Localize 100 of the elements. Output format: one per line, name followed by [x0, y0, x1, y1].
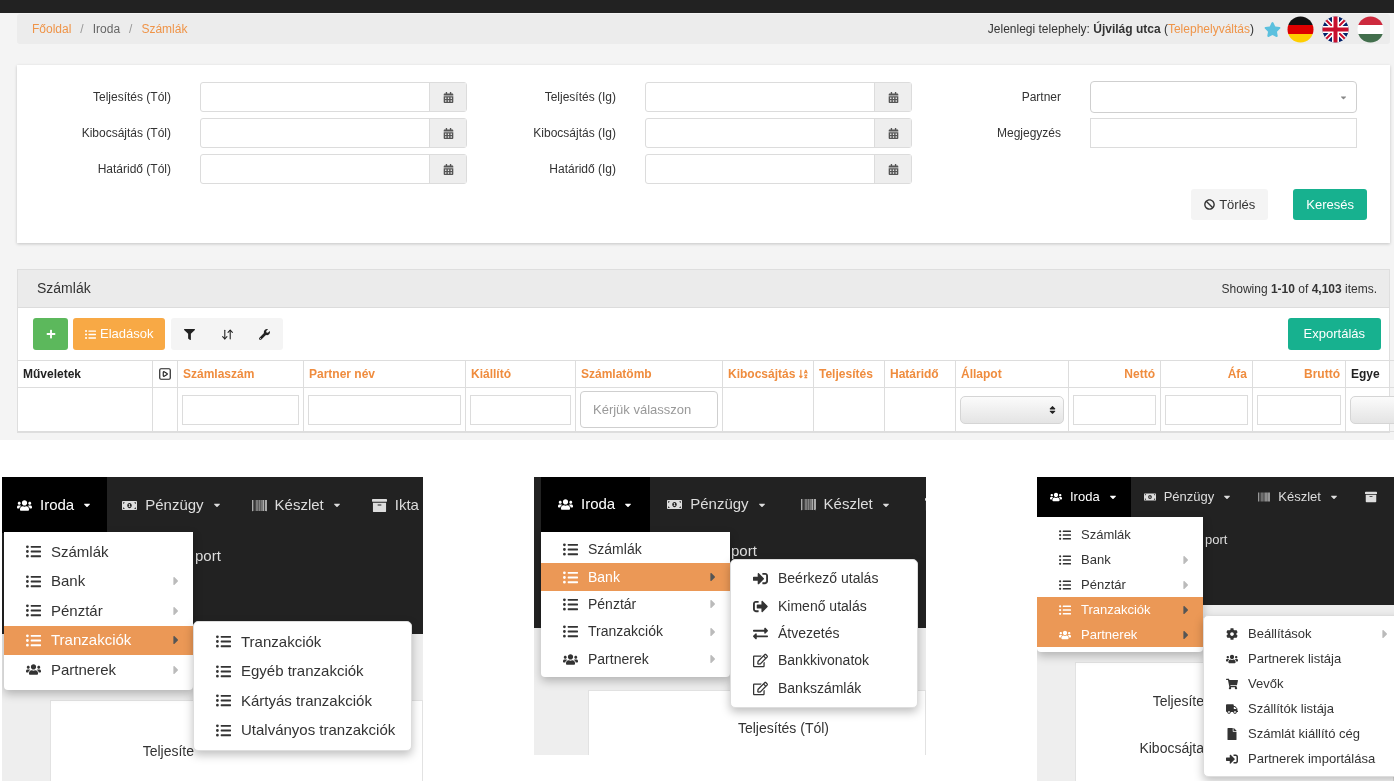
nav-item[interactable]: Pénzügy: [1130, 477, 1246, 517]
menu-item[interactable]: Beállítások: [1204, 621, 1394, 646]
menu-item[interactable]: Bankszámlák: [731, 674, 917, 702]
settings-button[interactable]: [246, 318, 284, 350]
nav-text: port: [731, 543, 757, 559]
menu-item[interactable]: Vevők: [1204, 671, 1394, 696]
column-filter-field[interactable]: [1165, 394, 1248, 425]
list-icon: [85, 328, 96, 340]
barcode-icon: [251, 497, 267, 513]
play-icon[interactable]: [158, 367, 172, 381]
menu-item[interactable]: Kártyás tranzakciók: [194, 686, 411, 716]
column-filter-select[interactable]: [1350, 395, 1394, 424]
calendar-icon: [887, 163, 899, 175]
nav-item[interactable]: Iroda: [2, 477, 108, 533]
menu-item[interactable]: Pénztár: [541, 590, 730, 619]
menu-item[interactable]: Kimenő utalás: [731, 592, 917, 620]
menu-item[interactable]: Bankkivonatok: [731, 647, 917, 675]
breadcrumb-separator: /: [129, 21, 133, 38]
menu-item[interactable]: Beérkező utalás: [731, 565, 917, 593]
date-field[interactable]: [200, 82, 467, 112]
plus-icon: [45, 329, 56, 339]
edit-icon: [753, 680, 768, 696]
date-field[interactable]: [645, 118, 912, 148]
filter-button[interactable]: [171, 318, 209, 350]
field-label: Partner: [1020, 89, 1061, 106]
date-field[interactable]: [645, 154, 912, 184]
date-field[interactable]: [200, 154, 467, 184]
flag-icon[interactable]: [1287, 15, 1314, 43]
list-icon: [26, 544, 41, 560]
menu-item[interactable]: Szállítók listája: [1204, 696, 1394, 721]
add-button[interactable]: [33, 318, 68, 350]
users-icon: [1059, 628, 1071, 641]
list-icon: [216, 663, 231, 679]
nav-item[interactable]: Pénzügy: [107, 477, 237, 533]
field-label: Határidő (Tól): [96, 161, 171, 178]
nav-item[interactable]: Készlet: [1245, 477, 1352, 517]
menu-item[interactable]: Utalványos tranzakciók: [194, 715, 411, 745]
flag-icon[interactable]: [1322, 15, 1349, 43]
menu-item[interactable]: Partnerek: [4, 655, 193, 685]
users-icon: [1050, 491, 1062, 503]
sign-in-icon: [753, 571, 768, 587]
nav-item[interactable]: Pénzügy: [650, 477, 784, 532]
column-filter-field[interactable]: [1073, 394, 1156, 425]
menu-item[interactable]: Számlák: [1037, 522, 1203, 547]
list-icon: [26, 632, 41, 648]
menu-item[interactable]: Tranzakciók: [194, 627, 411, 657]
text-field[interactable]: [1090, 118, 1357, 148]
column-filter-field[interactable]: [1257, 394, 1341, 425]
calendar-icon: [442, 127, 454, 139]
list-icon: [1059, 578, 1071, 591]
menu-item[interactable]: Egyéb tranzakciók: [194, 656, 411, 686]
clear-button[interactable]: Törlés: [1191, 189, 1269, 220]
menu-item[interactable]: Partnerek listája: [1204, 646, 1394, 671]
field-label: Teljesíte: [142, 742, 194, 761]
field-label: Teljesíte: [1152, 692, 1204, 711]
list-icon: [1059, 553, 1071, 566]
nav-item[interactable]: Készlet: [783, 477, 908, 532]
menu-item[interactable]: Számlát kiállító cég: [1204, 721, 1394, 746]
calendar-icon: [442, 91, 454, 103]
column-header: Egye: [1346, 361, 1394, 387]
nav-text: port: [1205, 531, 1228, 549]
barcode-icon: [1258, 491, 1271, 503]
archive-icon: [1364, 491, 1377, 503]
column-filter-field[interactable]: [182, 394, 299, 425]
column-filter-field[interactable]: [308, 394, 461, 425]
list-icon: [563, 542, 578, 558]
list-icon: [563, 596, 578, 612]
menu-item[interactable]: Bank: [1037, 547, 1203, 572]
filter-icon: [184, 328, 196, 340]
sort-alpha-icon: [799, 368, 808, 380]
menu-item[interactable]: Pénztár: [1037, 572, 1203, 597]
panel-title: Számlák: [37, 279, 91, 298]
cart-icon: [1226, 677, 1238, 690]
nav-item[interactable]: Iroda: [1037, 477, 1131, 517]
edit-icon: [753, 653, 768, 669]
nav-item[interactable]: Ikta: [356, 477, 423, 533]
menu-item[interactable]: Számlák: [541, 536, 730, 564]
menu-item[interactable]: Tranzakciók: [541, 618, 730, 646]
list-icon: [563, 569, 578, 585]
sign-out-icon: [753, 598, 768, 614]
menu-item[interactable]: Partnerek: [541, 645, 730, 673]
list-icon: [563, 624, 578, 640]
menu-item[interactable]: Bank: [4, 566, 193, 596]
nav-item[interactable]: Iroda: [541, 477, 651, 532]
column-filter-select[interactable]: [960, 395, 1064, 424]
menu-item[interactable]: Átvezetés: [731, 619, 917, 648]
column-filter-field[interactable]: [470, 394, 571, 425]
users-icon: [17, 497, 32, 513]
date-field[interactable]: [200, 118, 467, 148]
date-field[interactable]: [645, 82, 912, 112]
select-field[interactable]: [1090, 81, 1357, 113]
star-icon[interactable]: [1264, 20, 1281, 38]
list-icon: [1059, 603, 1071, 616]
truck-icon: [1226, 702, 1238, 715]
menu-item[interactable]: Partnerek importálása: [1204, 746, 1394, 771]
nav-item[interactable]: Készlet: [236, 477, 357, 533]
menu-item[interactable]: Pénztár: [4, 596, 193, 626]
menu-item[interactable]: Számlák: [4, 537, 193, 567]
nav-text: port: [195, 546, 221, 566]
barcode-icon: [800, 497, 816, 512]
